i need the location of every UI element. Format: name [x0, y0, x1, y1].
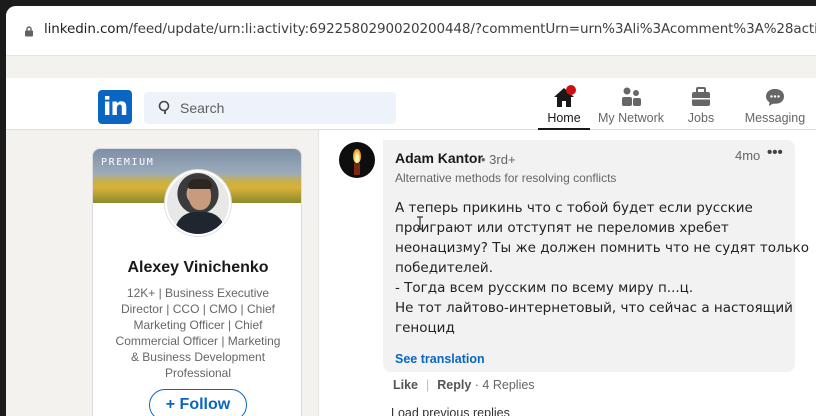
comment-text: А теперь прикинь что с тобой будет если …: [395, 198, 809, 338]
address-bar[interactable]: linkedin.com/feed/update/urn:li:activity…: [6, 6, 816, 56]
more-options-icon[interactable]: •••: [767, 144, 783, 161]
comment-line: - Тогда всем русским по всему миру п...ц…: [395, 280, 694, 296]
network-icon: [622, 87, 641, 106]
nav-jobs[interactable]: Jobs: [680, 86, 722, 130]
comment-line: проиграют или отступят не переломив хреб…: [395, 220, 729, 236]
comment-line: А теперь прикинь что с тобой будет если …: [395, 200, 753, 216]
url-path: /feed/update/urn:li:activity:69225802900…: [128, 21, 816, 37]
profile-headline: 12K+ | Business Executive Director | CCO…: [115, 286, 281, 380]
comment-thread: Adam Kantor • 3rd+ Alternative methods f…: [318, 130, 816, 416]
comment-line: неонацизму? Ты же должен помнить что не …: [395, 240, 809, 256]
reply-button[interactable]: Reply: [437, 378, 471, 392]
action-divider: |: [426, 378, 430, 392]
nav-home[interactable]: Home: [538, 85, 590, 130]
search-icon: [158, 100, 170, 114]
see-translation-link[interactable]: See translation: [395, 352, 485, 366]
comment-line: победителей.: [395, 260, 493, 276]
replies-count[interactable]: · 4 Replies: [475, 378, 535, 392]
lock-icon: [25, 26, 33, 37]
notification-dot: [566, 85, 576, 95]
profile-name[interactable]: Alexey Vinichenko: [93, 259, 301, 277]
comment-line: геноцид: [395, 320, 455, 336]
connection-degree: • 3rd+: [481, 152, 516, 167]
linkedin-logo[interactable]: in: [98, 90, 132, 124]
profile-card: PREMIUM Alexey Vinichenko 12K+ | Busines…: [92, 148, 302, 416]
premium-label: PREMIUM: [101, 157, 155, 168]
url-text[interactable]: linkedin.com/feed/update/urn:li:activity…: [44, 21, 816, 37]
follow-button[interactable]: + Follow: [149, 389, 247, 416]
text-cursor-icon: [417, 216, 423, 230]
avatar[interactable]: [165, 170, 231, 236]
nav-home-label: Home: [547, 111, 581, 125]
author-headline: Alternative methods for resolving confli…: [395, 171, 617, 185]
linkedin-header: in Search Home My Network Jobs Messaging: [6, 78, 816, 130]
briefcase-icon: [692, 87, 710, 106]
comment-bubble: Adam Kantor • 3rd+ Alternative methods f…: [383, 140, 809, 372]
nav-messaging-label: Messaging: [744, 111, 806, 125]
load-previous-replies-link[interactable]: Load previous replies: [391, 406, 510, 416]
chat-icon: [766, 89, 784, 106]
nav-my-network[interactable]: My Network: [596, 86, 666, 130]
nav-jobs-label: Jobs: [687, 111, 715, 125]
comment-actions: Like | Reply · 4 Replies: [393, 378, 535, 392]
search-input[interactable]: Search: [144, 92, 396, 124]
like-button[interactable]: Like: [393, 378, 418, 392]
nav-messaging[interactable]: Messaging: [742, 86, 808, 130]
browser-window: linkedin.com/feed/update/urn:li:activity…: [6, 6, 816, 416]
commenter-avatar[interactable]: [339, 142, 375, 178]
comment-author[interactable]: Adam Kantor: [395, 150, 483, 166]
comment-line: Не тот лайтово-интернетовый, что сейчас …: [395, 300, 793, 316]
nav-my-network-label: My Network: [598, 111, 664, 125]
comment-time: 4mo: [735, 148, 761, 163]
search-placeholder: Search: [180, 100, 225, 116]
url-host: linkedin.com: [44, 21, 129, 37]
